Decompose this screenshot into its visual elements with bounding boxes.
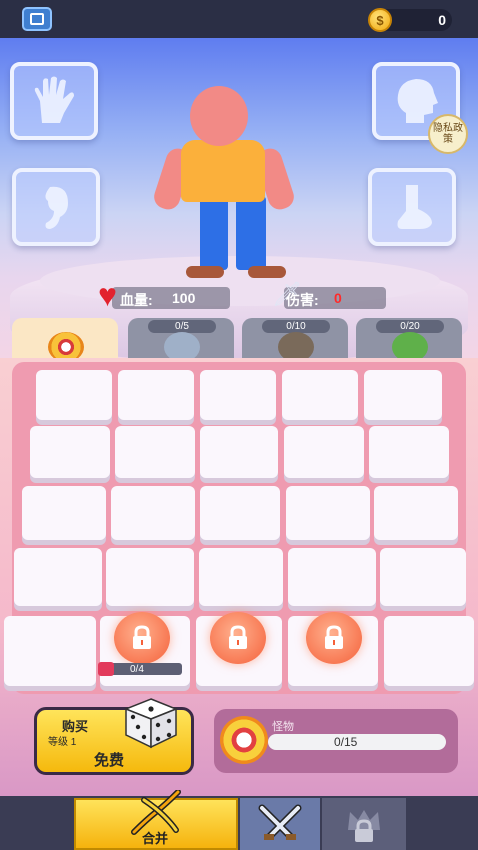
heart-icon: ♥ xyxy=(98,277,117,313)
board-cell[interactable] xyxy=(106,548,194,606)
ear-icon xyxy=(45,186,68,229)
menu-icon[interactable] xyxy=(22,7,52,31)
board-cell[interactable] xyxy=(118,370,194,420)
hp-label: 血量: xyxy=(120,292,153,308)
board-cell[interactable] xyxy=(282,370,358,420)
bottom-nav xyxy=(0,796,478,850)
crossed-swords-icon xyxy=(258,804,302,840)
nav-merge-label: 合并 xyxy=(142,831,169,846)
character-shoe-right xyxy=(248,266,286,278)
board-cell[interactable] xyxy=(374,486,458,540)
tab-eye-monster[interactable] xyxy=(12,318,118,362)
tab-skull-monster[interactable]: 0/10 xyxy=(242,318,348,362)
lock-icon xyxy=(133,625,151,649)
nav-battle-tab[interactable] xyxy=(240,798,320,850)
board-cell[interactable] xyxy=(288,548,376,606)
board-cell[interactable] xyxy=(30,426,110,478)
board-cell[interactable] xyxy=(200,370,276,420)
monster-label: 怪物 xyxy=(272,721,294,733)
character-torso xyxy=(181,140,265,202)
board-cell[interactable] xyxy=(22,486,106,540)
board-cell[interactable] xyxy=(286,486,370,540)
gift-icon xyxy=(98,662,114,676)
hp-value: 100 xyxy=(172,290,196,306)
lock-icon xyxy=(229,625,247,649)
board-cell[interactable] xyxy=(199,548,283,606)
buy-price: 免费 xyxy=(94,752,125,769)
dice-icon xyxy=(123,698,179,749)
nav-locked-tab[interactable] xyxy=(322,798,406,850)
monster-count: 0/15 xyxy=(334,735,358,749)
foot-icon xyxy=(397,185,432,229)
board-cell[interactable] xyxy=(380,548,466,606)
board-cell[interactable] xyxy=(369,426,449,478)
board-cell[interactable] xyxy=(111,486,195,540)
crown-lock-icon xyxy=(348,810,380,842)
unlock-progress-text: 0/4 xyxy=(130,664,144,675)
buy-level: 等级 1 xyxy=(48,737,77,748)
locked-slot[interactable] xyxy=(114,612,170,664)
character-head xyxy=(190,86,248,146)
foot-part-slot[interactable] xyxy=(368,168,456,246)
board-cell[interactable] xyxy=(200,426,278,478)
lock-icon xyxy=(325,625,343,649)
coin-icon: $ xyxy=(368,8,392,32)
locked-slot[interactable] xyxy=(210,612,266,664)
board-cell[interactable] xyxy=(200,486,280,540)
board-cell[interactable] xyxy=(4,616,96,686)
board-cell[interactable] xyxy=(284,426,364,478)
damage-value: 0 xyxy=(334,290,342,306)
tab-slime-monster[interactable]: 0/20 xyxy=(356,318,462,362)
character-leg-right xyxy=(236,196,266,270)
character-shoe-left xyxy=(186,266,224,278)
board-cell[interactable] xyxy=(36,370,112,420)
board-cell[interactable] xyxy=(364,370,442,420)
ear-part-slot[interactable] xyxy=(12,168,100,246)
board-cell[interactable] xyxy=(14,548,102,606)
tab-gear-monster[interactable]: 0/5 xyxy=(128,318,234,362)
coin-value: 0 xyxy=(438,12,446,28)
board-cell[interactable] xyxy=(115,426,195,478)
locked-slot[interactable] xyxy=(306,612,362,664)
eye-monster-icon xyxy=(220,716,268,764)
hand-part-slot[interactable] xyxy=(10,62,98,140)
character-leg-left xyxy=(200,196,228,270)
hand-icon xyxy=(34,76,74,123)
damage-label: 伤害: xyxy=(286,292,319,308)
privacy-policy-button[interactable]: 隐私政策 xyxy=(428,114,468,154)
board-cell[interactable] xyxy=(384,616,474,686)
